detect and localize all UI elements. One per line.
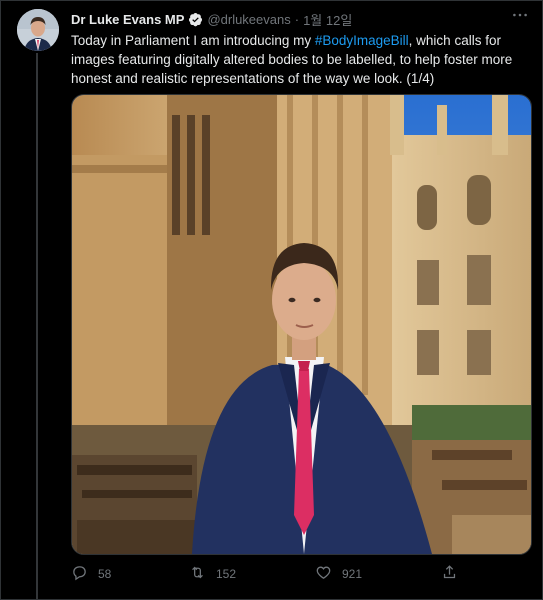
tweet-header: Dr Luke Evans MP @drlukeevans · 1월 12일 <box>71 9 528 29</box>
tweet-text: Today in Parliament I am introducing my … <box>71 31 531 88</box>
like-count: 921 <box>342 567 363 581</box>
retweet-count: 152 <box>216 567 237 581</box>
tweet-date[interactable]: 1월 12일 <box>303 10 352 29</box>
tweet-card[interactable]: Dr Luke Evans MP @drlukeevans · 1월 12일 T… <box>0 0 543 600</box>
retweet-icon <box>189 564 216 584</box>
verified-badge-icon <box>188 12 203 27</box>
heart-icon <box>315 564 342 584</box>
reply-button[interactable]: 58 <box>71 564 111 584</box>
action-bar: 58 152 921 <box>71 564 471 586</box>
reply-count: 58 <box>98 567 112 581</box>
thread-line <box>36 53 38 599</box>
avatar[interactable] <box>17 9 59 51</box>
retweet-button[interactable]: 152 <box>189 564 236 584</box>
separator: · <box>294 11 300 27</box>
share-icon <box>441 564 468 584</box>
like-button[interactable]: 921 <box>315 564 362 584</box>
tweet-photo[interactable] <box>71 94 532 555</box>
author-handle[interactable]: @drlukeevans <box>207 12 290 27</box>
reply-icon <box>71 564 98 584</box>
share-button[interactable] <box>441 564 468 584</box>
more-horizontal-icon[interactable] <box>510 9 530 25</box>
author-name[interactable]: Dr Luke Evans MP <box>71 12 184 27</box>
tweet-text-before: Today in Parliament I am introducing my <box>71 33 315 48</box>
hashtag-link[interactable]: #BodyImageBill <box>315 33 409 48</box>
parliament-photo <box>72 95 531 554</box>
